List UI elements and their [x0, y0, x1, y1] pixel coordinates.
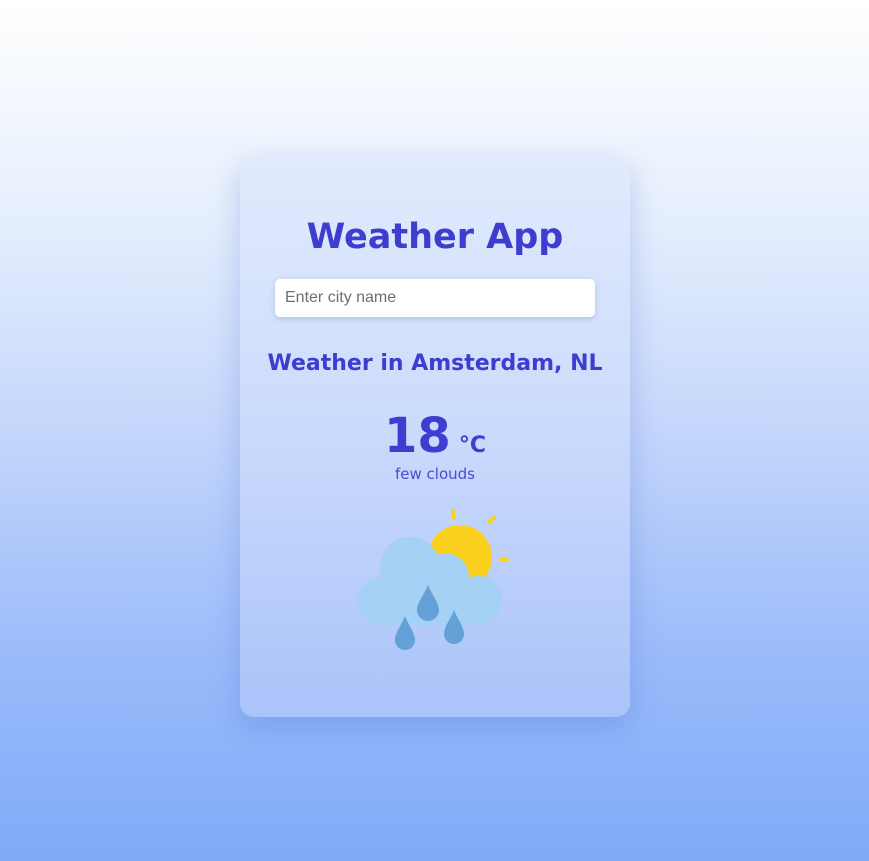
sun-cloud-rain-icon	[358, 509, 509, 650]
location-heading: Weather in Amsterdam, NL	[267, 351, 603, 376]
weather-card: Weather App Weather in Amsterdam, NL 18 °…	[240, 157, 630, 717]
temperature-value: 18	[384, 408, 451, 464]
weather-description: few clouds	[395, 465, 475, 483]
city-search-input[interactable]	[275, 279, 595, 317]
temperature-unit: °C	[458, 433, 486, 458]
app-title: Weather App	[306, 217, 564, 257]
temperature-display: 18 °C	[240, 409, 630, 463]
